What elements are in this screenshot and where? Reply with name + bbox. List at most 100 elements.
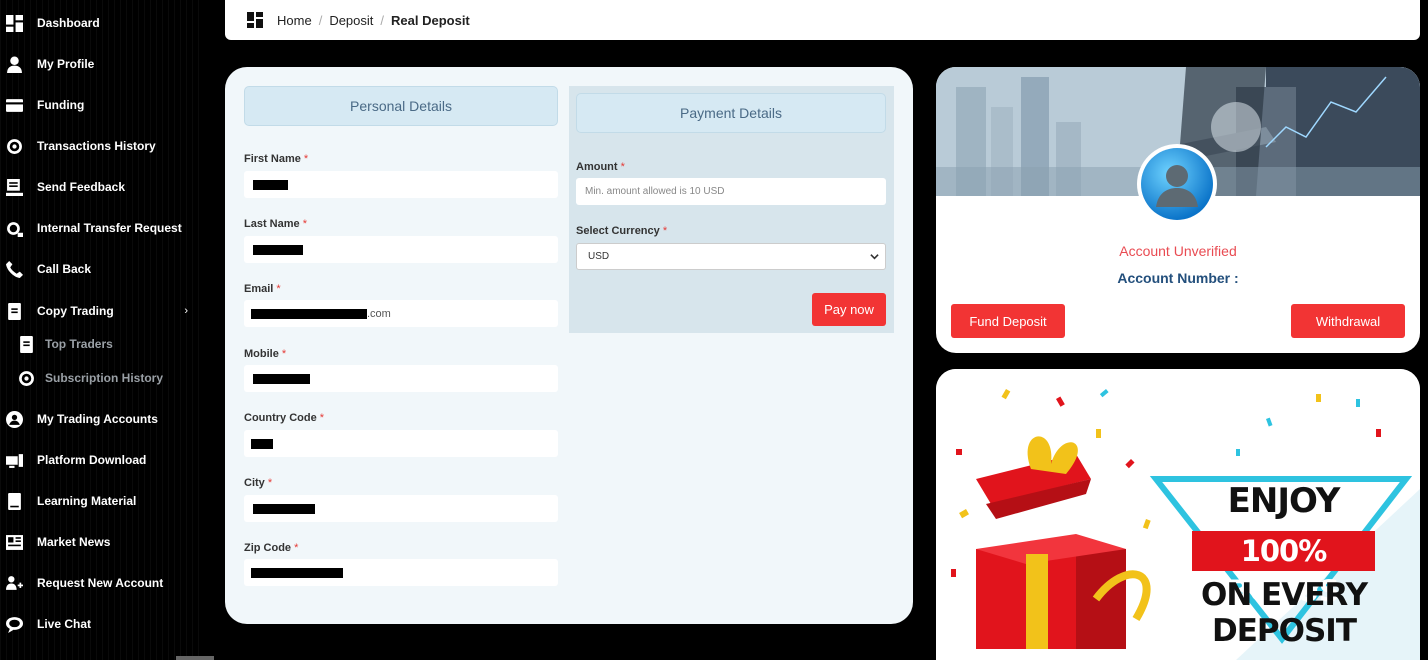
user-icon (0, 56, 28, 73)
bonus-line-percent: 100% BONUS (1192, 531, 1375, 608)
sidebar-item-label: Subscription History (45, 371, 164, 385)
breadcrumb-home[interactable]: Home (277, 13, 312, 28)
sidebar-item-learning-material[interactable]: Learning Material (0, 487, 202, 515)
chevron-down-icon (870, 254, 879, 260)
currency-value: USD (588, 251, 610, 262)
sidebar-item-subscription-history[interactable]: Subscription History (0, 364, 202, 392)
currency-select[interactable]: USD (576, 243, 886, 270)
redacted-value (253, 504, 315, 514)
country-code-field[interactable] (244, 430, 558, 457)
city-field[interactable] (244, 495, 558, 522)
sidebar-item-label: Call Back (37, 262, 92, 276)
sidebar-item-request-new-account[interactable]: Request New Account (0, 569, 202, 597)
avatar (1137, 144, 1217, 224)
chevron-right-icon: › (184, 305, 188, 317)
card-icon (0, 97, 28, 114)
amount-label: Amount * (576, 161, 625, 173)
currency-label: Select Currency * (576, 225, 668, 237)
mobile-label: Mobile * (244, 348, 287, 360)
history-icon (12, 370, 40, 387)
sidebar-item-label: Copy Trading (37, 304, 114, 318)
sidebar-item-label: Top Traders (45, 337, 113, 351)
email-suffix: .com (367, 308, 391, 320)
redacted-value (251, 439, 273, 449)
personal-details-header: Personal Details (244, 86, 558, 126)
sidebar-item-dashboard[interactable]: Dashboard (0, 9, 202, 37)
city-label: City * (244, 477, 273, 489)
sidebar-item-funding[interactable]: Funding (0, 91, 202, 119)
history-icon (0, 138, 28, 155)
sidebar-item-label: Dashboard (37, 16, 100, 30)
breadcrumb-separator: / (318, 12, 323, 28)
redacted-value (253, 180, 288, 190)
account-status: Account Unverified (1119, 243, 1237, 259)
chat-icon (0, 616, 28, 633)
sidebar-item-send-feedback[interactable]: Send Feedback (0, 173, 202, 201)
zip-code-label: Zip Code * (244, 542, 299, 554)
country-code-label: Country Code * (244, 412, 325, 424)
sidebar-item-label: Funding (37, 98, 85, 112)
breadcrumb-deposit[interactable]: Deposit (329, 13, 373, 28)
redacted-value (253, 245, 303, 255)
book-icon (0, 492, 28, 510)
sidebar-item-platform-download[interactable]: Platform Download (0, 446, 202, 474)
sidebar-item-copy-trading[interactable]: Copy Trading › (0, 297, 202, 325)
first-name-label: First Name * (244, 153, 309, 165)
sidebar-item-live-chat[interactable]: Live Chat (0, 610, 202, 638)
email-field[interactable]: .com (244, 300, 558, 327)
sidebar-item-internal-transfer[interactable]: Internal Transfer Request (0, 214, 202, 242)
mobile-field[interactable] (244, 365, 558, 392)
first-name-field[interactable] (244, 171, 558, 198)
account-number-label: Account Number : (1117, 270, 1239, 286)
sidebar-item-label: Learning Material (37, 494, 137, 508)
amount-input[interactable]: Min. amount allowed is 10 USD (576, 178, 886, 205)
dashboard-icon (247, 12, 263, 28)
redacted-value (253, 374, 310, 384)
sidebar-item-label: Market News (37, 535, 111, 549)
email-label: Email * (244, 283, 281, 295)
zip-code-field[interactable] (244, 559, 558, 586)
document-icon (12, 335, 40, 353)
sidebar-item-my-trading-accounts[interactable]: My Trading Accounts (0, 405, 202, 433)
last-name-field[interactable] (244, 236, 558, 263)
pay-now-button[interactable]: Pay now (812, 293, 886, 326)
breadcrumb: Home / Deposit / Real Deposit (225, 0, 1420, 40)
bonus-line-enjoy: ENJOY (1227, 481, 1341, 521)
dashboard-icon (0, 14, 28, 32)
feedback-icon (0, 178, 28, 196)
sidebar-item-transactions-history[interactable]: Transactions History (0, 132, 202, 160)
withdrawal-button[interactable]: Withdrawal (1291, 304, 1405, 338)
document-icon (0, 302, 28, 320)
download-icon (0, 452, 28, 469)
sidebar-item-label: My Trading Accounts (37, 412, 158, 426)
sidebar-item-label: Live Chat (37, 617, 92, 631)
last-name-label: Last Name * (244, 218, 307, 230)
news-icon (0, 534, 28, 551)
transfer-icon (0, 220, 28, 237)
sidebar-item-call-back[interactable]: Call Back (0, 255, 202, 283)
sidebar-item-top-traders[interactable]: Top Traders (0, 330, 202, 358)
payment-details-section: Payment Details Amount * Min. amount all… (569, 86, 894, 333)
redacted-value (251, 568, 343, 578)
add-user-icon (0, 575, 28, 592)
breadcrumb-separator: / (380, 12, 385, 28)
phone-icon (0, 260, 28, 278)
fund-deposit-button[interactable]: Fund Deposit (951, 304, 1065, 338)
sidebar-item-label: Internal Transfer Request (37, 221, 182, 235)
deposit-form-card: Personal Details First Name * Last Name … (225, 67, 913, 624)
payment-details-header: Payment Details (576, 93, 886, 133)
redacted-value (251, 309, 367, 319)
sidebar-item-label: Transactions History (37, 139, 156, 153)
sidebar-item-label: Send Feedback (37, 180, 126, 194)
account-card: Account Unverified Account Number : Fund… (936, 67, 1420, 353)
breadcrumb-current: Real Deposit (391, 12, 470, 28)
bonus-promo-banner: ENJOY 100% BONUS ON EVERY DEPOSIT (936, 369, 1420, 660)
account-icon (0, 410, 28, 428)
sidebar-item-my-profile[interactable]: My Profile (0, 50, 202, 78)
personal-details-section: Personal Details (244, 86, 558, 126)
sidebar-item-label: Request New Account (37, 576, 164, 590)
horizontal-scrollbar[interactable] (176, 656, 214, 660)
sidebar: Dashboard My Profile Funding Transaction… (0, 0, 202, 660)
sidebar-item-market-news[interactable]: Market News (0, 528, 202, 556)
bonus-line-every-deposit: ON EVERY DEPOSIT (1200, 577, 1368, 649)
